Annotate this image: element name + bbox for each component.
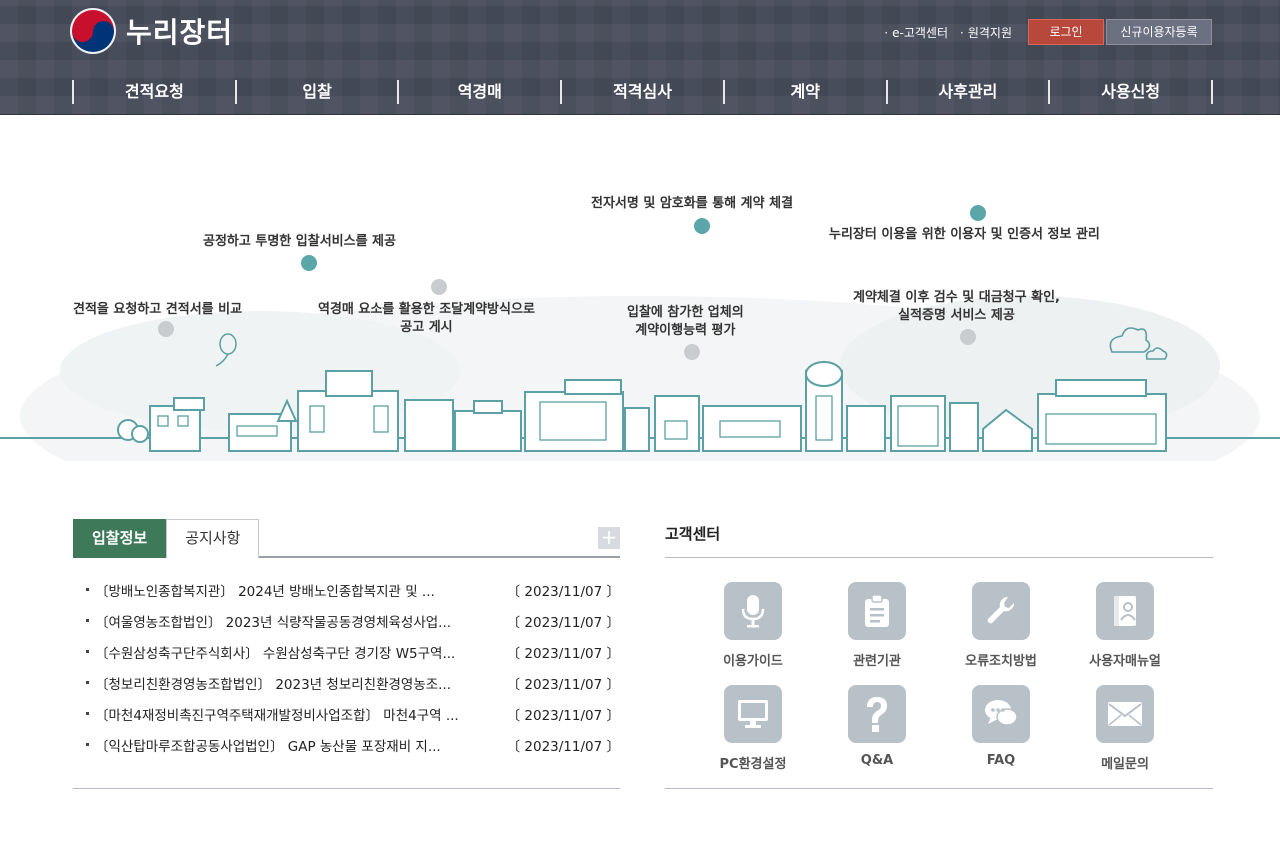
main-nav: 견적요청 입찰 역경매 적격심사 계약 사후관리 사용신청	[72, 80, 1213, 104]
list-item[interactable]: 〔여울영농조합법인〕 2023년 식량작물공동경영체육성사업... 〔 2023/…	[73, 611, 620, 642]
question-icon	[848, 685, 906, 743]
customer-center-link[interactable]: e-고객센터	[884, 24, 948, 41]
hero-caption-fair-bidding: 공정하고 투명한 입찰서비스를 제공	[203, 233, 396, 251]
cs-item-label: 오류조치방법	[939, 650, 1063, 669]
nav-item-quote-request[interactable]: 견적요청	[74, 80, 237, 104]
manual-book-icon	[1096, 582, 1154, 640]
list-item[interactable]: 〔마천4재정비촉진구역주택재개발정비사업조합〕 마천4구역 ... 〔 2023/…	[73, 704, 620, 735]
list-item-title[interactable]: 〔청보리친환경영농조합법인〕 2023년 청보리친환경영농조...	[85, 673, 495, 704]
nav-item-qualification-review[interactable]: 적격심사	[562, 80, 725, 104]
taegeuk-logo-icon	[70, 8, 116, 54]
list-item[interactable]: 〔청보리친환경영농조합법인〕 2023년 청보리친환경영농조... 〔 2023/…	[73, 673, 620, 704]
tab-notices[interactable]: 공지사항	[166, 519, 259, 558]
hero-caption-capability-eval: 입찰에 참가한 업체의 계약이행능력 평가	[627, 304, 744, 340]
customer-center-title: 고객센터	[665, 519, 1213, 558]
more-plus-icon[interactable]: +	[598, 527, 620, 549]
hero-caption-user-cert: 누리장터 이용을 위한 이용자 및 인증서 정보 관리	[829, 226, 1100, 244]
wrench-icon	[972, 582, 1030, 640]
board-divider	[73, 788, 620, 789]
hero-caption-inspection-billing: 계약체결 이후 검수 및 대금청구 확인, 실적증명 서비스 제공	[853, 289, 1060, 325]
cs-item-qna[interactable]: Q&A	[815, 685, 939, 788]
nav-item-post-management[interactable]: 사후관리	[888, 80, 1051, 104]
microphone-icon	[724, 582, 782, 640]
nav-item-bid[interactable]: 입찰	[237, 80, 400, 104]
list-item-title[interactable]: 〔수원삼성축구단주식회사〕 수원삼성축구단 경기장 W5구역...	[85, 642, 495, 673]
hero-caption-reverse-auction: 역경매 요소를 활용한 조달계약방식으로 공고 게시	[318, 301, 535, 337]
cs-item-label: 사용자매뉴얼	[1063, 650, 1187, 669]
cityscape-illustration	[0, 116, 1280, 461]
cs-item-label: FAQ	[939, 753, 1063, 768]
cs-item-label: PC환경설정	[691, 753, 815, 772]
signup-button[interactable]: 신규이용자등록	[1106, 19, 1212, 45]
nav-item-usage-application[interactable]: 사용신청	[1050, 80, 1213, 104]
list-item-date: 〔 2023/11/07 〕	[507, 642, 620, 673]
customer-center-grid: 이용가이드 관련기관 오류조치방법 사용자매뉴얼 PC환경설정	[691, 582, 1213, 788]
cs-item-error-fix[interactable]: 오류조치방법	[939, 582, 1063, 685]
list-item-date: 〔 2023/11/07 〕	[507, 673, 620, 704]
list-item[interactable]: 〔방배노인종합복지관〕 2024년 방배노인종합복지관 및 ... 〔 2023/…	[73, 580, 620, 611]
bid-list: 〔방배노인종합복지관〕 2024년 방배노인종합복지관 및 ... 〔 2023/…	[73, 580, 620, 766]
utility-menu: e-고객센터 원격지원 로그인 신규이용자등록	[884, 19, 1212, 45]
list-item-title[interactable]: 〔방배노인종합복지관〕 2024년 방배노인종합복지관 및 ...	[85, 580, 495, 611]
cs-item-label: 메일문의	[1063, 753, 1187, 772]
hero-caption-e-signature: 전자서명 및 암호화를 통해 계약 체결	[591, 195, 793, 213]
cs-item-related-agencies[interactable]: 관련기관	[815, 582, 939, 685]
list-item-date: 〔 2023/11/07 〕	[507, 735, 620, 766]
cs-item-pc-settings[interactable]: PC환경설정	[691, 685, 815, 788]
tab-bid-info[interactable]: 입찰정보	[73, 519, 166, 558]
remote-support-link[interactable]: 원격지원	[960, 24, 1012, 41]
site-logo[interactable]: 누리장터	[70, 8, 233, 54]
list-item-title[interactable]: 〔여울영농조합법인〕 2023년 식량작물공동경영체육성사업...	[85, 611, 495, 642]
cs-item-usage-guide[interactable]: 이용가이드	[691, 582, 815, 685]
cs-item-mail-inquiry[interactable]: 메일문의	[1063, 685, 1187, 788]
login-button[interactable]: 로그인	[1028, 19, 1104, 45]
site-header: 누리장터 e-고객센터 원격지원 로그인 신규이용자등록 견적요청 입찰 역경매…	[0, 0, 1280, 115]
list-item[interactable]: 〔수원삼성축구단주식회사〕 수원삼성축구단 경기장 W5구역... 〔 2023/…	[73, 642, 620, 673]
cs-item-faq[interactable]: FAQ	[939, 685, 1063, 788]
hero-caption-quote-compare: 견적을 요청하고 견적서를 비교	[73, 301, 242, 319]
hero-illustration: 공정하고 투명한 입찰서비스를 제공 견적을 요청하고 견적서를 비교 역경매 …	[0, 116, 1280, 461]
customer-center-divider	[665, 788, 1213, 789]
nav-item-reverse-auction[interactable]: 역경매	[399, 80, 562, 104]
monitor-icon	[724, 685, 782, 743]
list-item-title[interactable]: 〔마천4재정비촉진구역주택재개발정비사업조합〕 마천4구역 ...	[85, 704, 495, 735]
mail-icon	[1096, 685, 1154, 743]
cs-item-label: 이용가이드	[691, 650, 815, 669]
customer-center: 고객센터 이용가이드 관련기관 오류조치방법 사용자매뉴얼	[665, 519, 1213, 789]
list-item-title[interactable]: 〔익산탑마루조합공동사업법인〕 GAP 농산물 포장재비 지...	[85, 735, 495, 766]
board-tabs: 입찰정보 공지사항 +	[73, 519, 620, 558]
list-item-date: 〔 2023/11/07 〕	[507, 611, 620, 642]
list-item-date: 〔 2023/11/07 〕	[507, 580, 620, 611]
clipboard-icon	[848, 582, 906, 640]
nav-item-contract[interactable]: 계약	[725, 80, 888, 104]
cs-item-label: 관련기관	[815, 650, 939, 669]
bid-info-board: 입찰정보 공지사항 + 〔방배노인종합복지관〕 2024년 방배노인종합복지관 …	[73, 519, 620, 789]
chat-bubbles-icon	[972, 685, 1030, 743]
list-item[interactable]: 〔익산탑마루조합공동사업법인〕 GAP 농산물 포장재비 지... 〔 2023/…	[73, 735, 620, 766]
list-item-date: 〔 2023/11/07 〕	[507, 704, 620, 735]
logo-text: 누리장터	[126, 11, 233, 51]
cs-item-label: Q&A	[815, 753, 939, 768]
cs-item-user-manual[interactable]: 사용자매뉴얼	[1063, 582, 1187, 685]
